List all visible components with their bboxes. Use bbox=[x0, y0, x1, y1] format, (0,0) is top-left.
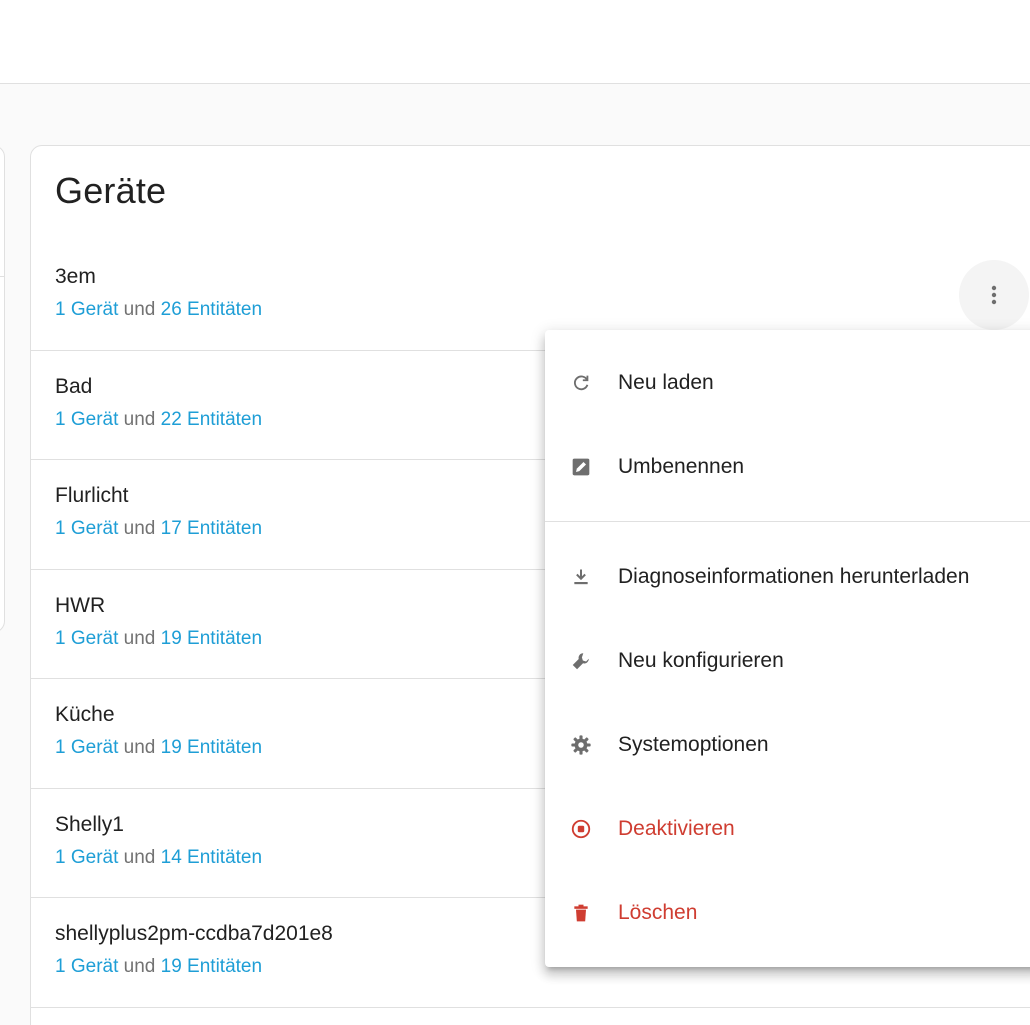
and-text: und bbox=[123, 299, 156, 320]
more-vertical-icon bbox=[991, 285, 997, 305]
and-text: und bbox=[123, 518, 156, 539]
devices-link[interactable]: 1 Gerät bbox=[55, 956, 118, 977]
left-card-divider bbox=[0, 276, 4, 277]
device-name: Küche bbox=[55, 703, 115, 726]
device-name: Bad bbox=[55, 374, 93, 398]
device-summary: 1 Gerät und 19 Entitäten bbox=[55, 737, 262, 759]
top-app-bar bbox=[0, 0, 1030, 84]
device-summary: 1 Gerät und 17 Entitäten bbox=[55, 518, 262, 540]
reload-icon bbox=[569, 371, 593, 395]
and-text: und bbox=[123, 408, 156, 430]
device-name: shellyplus2pm-ccdba7d201e8 bbox=[55, 922, 333, 945]
menu-item-disable[interactable]: Deaktivieren bbox=[545, 787, 1030, 871]
left-side-card bbox=[0, 145, 5, 633]
menu-item-label: Diagnoseinformationen herunterladen bbox=[618, 565, 970, 588]
entities-link[interactable]: 19 Entitäten bbox=[161, 956, 262, 977]
menu-item-reload[interactable]: Neu laden bbox=[545, 341, 1030, 425]
menu-item-delete[interactable]: Löschen bbox=[545, 871, 1030, 955]
entities-link[interactable]: 19 Entitäten bbox=[161, 737, 262, 758]
menu-item-system-options[interactable]: Systemoptionen bbox=[545, 703, 1030, 787]
entities-link[interactable]: 26 Entitäten bbox=[161, 299, 262, 320]
menu-divider bbox=[545, 521, 1030, 522]
device-summary: 1 Gerät und 22 Entitäten bbox=[55, 409, 262, 431]
entities-link[interactable]: 22 Entitäten bbox=[161, 409, 262, 430]
devices-link[interactable]: 1 Gerät bbox=[55, 409, 118, 430]
menu-item-label: Systemoptionen bbox=[618, 733, 769, 756]
menu-item-label: Neu konfigurieren bbox=[618, 649, 784, 672]
menu-item-label: Umbenennen bbox=[618, 455, 745, 478]
device-name: Shelly1 bbox=[55, 812, 124, 836]
device-name: Flurlicht bbox=[55, 484, 129, 507]
overflow-menu: Neu laden Umbenennen Diagnoseinformation… bbox=[545, 330, 1030, 967]
and-text: und bbox=[123, 956, 156, 977]
menu-item-rename[interactable]: Umbenennen bbox=[545, 425, 1030, 509]
and-text: und bbox=[123, 627, 156, 649]
and-text: und bbox=[123, 737, 156, 758]
device-name: HWR bbox=[55, 593, 106, 617]
entities-link[interactable]: 19 Entitäten bbox=[161, 628, 262, 649]
overflow-menu-button[interactable] bbox=[959, 260, 1029, 330]
wrench-icon bbox=[569, 649, 593, 673]
devices-link[interactable]: 1 Gerät bbox=[55, 847, 118, 868]
download-icon bbox=[569, 565, 593, 589]
devices-link[interactable]: 1 Gerät bbox=[55, 518, 118, 539]
menu-item-label: Neu laden bbox=[618, 371, 714, 394]
device-summary: 1 Gerät und 19 Entitäten bbox=[55, 956, 262, 978]
menu-item-label: Deaktivieren bbox=[618, 817, 735, 840]
trash-icon bbox=[569, 901, 593, 925]
menu-item-label: Löschen bbox=[618, 901, 698, 924]
device-name: 3em bbox=[55, 265, 96, 288]
devices-link[interactable]: 1 Gerät bbox=[55, 299, 118, 320]
and-text: und bbox=[123, 846, 156, 868]
device-summary: 1 Gerät und 14 Entitäten bbox=[55, 847, 262, 869]
menu-item-reconfigure[interactable]: Neu konfigurieren bbox=[545, 619, 1030, 703]
rename-icon bbox=[569, 455, 593, 479]
stop-circle-icon bbox=[569, 817, 593, 841]
gear-icon bbox=[569, 733, 593, 757]
menu-item-download-diagnostics[interactable]: Diagnoseinformationen herunterladen bbox=[545, 535, 1030, 619]
devices-link[interactable]: 1 Gerät bbox=[55, 628, 118, 649]
device-summary: 1 Gerät und 26 Entitäten bbox=[55, 299, 262, 321]
device-summary: 1 Gerät und 19 Entitäten bbox=[55, 628, 262, 650]
card-title: Geräte bbox=[55, 170, 167, 211]
entities-link[interactable]: 14 Entitäten bbox=[161, 847, 262, 868]
entities-link[interactable]: 17 Entitäten bbox=[161, 518, 262, 539]
devices-link[interactable]: 1 Gerät bbox=[55, 737, 118, 758]
